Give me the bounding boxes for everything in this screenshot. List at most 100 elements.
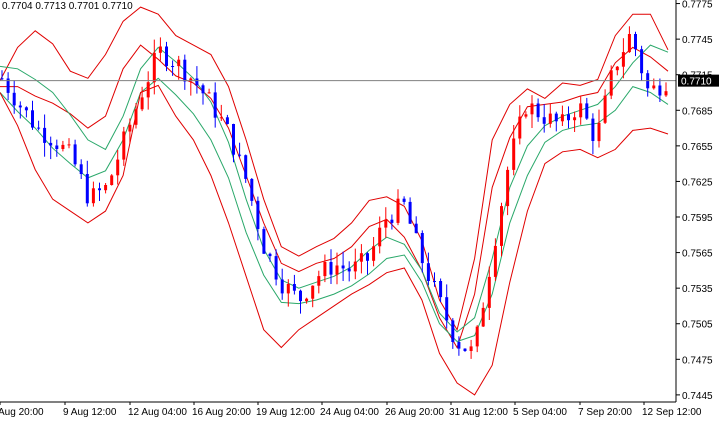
candle	[98, 182, 101, 201]
bollinger-upper-inner-line	[0, 44, 669, 349]
candle	[603, 89, 607, 124]
candle-body	[347, 268, 351, 272]
price-tick-label: 0.7565	[682, 249, 713, 260]
candle	[481, 302, 485, 327]
candle-body	[104, 185, 108, 191]
candle	[627, 26, 631, 53]
candle-body	[500, 206, 503, 246]
candle-body	[98, 188, 101, 191]
candle-body	[469, 346, 473, 351]
candle-body	[12, 92, 16, 106]
candle-body	[73, 144, 77, 165]
candle-body	[640, 49, 644, 74]
candle	[536, 98, 540, 122]
candle	[414, 216, 418, 234]
candle	[195, 66, 199, 94]
candle-body	[311, 285, 315, 299]
candle	[262, 226, 266, 254]
candle-body	[91, 188, 95, 204]
candle-body	[475, 326, 479, 347]
candle	[591, 113, 595, 155]
candle-body	[579, 103, 583, 118]
price-chart[interactable]: 0.77750.77450.77150.76850.76550.76250.75…	[0, 0, 719, 440]
candle	[408, 197, 412, 224]
candles	[0, 26, 668, 359]
ohlc-readout: 0.7704 0.7713 0.7701 0.7710	[2, 1, 133, 12]
time-tick-label: 9 Aug 12:00	[63, 407, 117, 418]
candle-body	[658, 85, 662, 96]
candle-body	[146, 82, 150, 98]
candle-body	[384, 219, 388, 228]
time-tick-label: 24 Aug 04:00	[320, 407, 379, 418]
candle-body	[493, 245, 497, 277]
candle	[73, 139, 77, 167]
candle-body	[256, 200, 260, 229]
candle	[311, 285, 315, 308]
candle	[640, 45, 644, 81]
candle	[347, 261, 351, 282]
candle-body	[512, 138, 516, 170]
candle-body	[55, 145, 59, 149]
price-tick-label: 0.7505	[682, 320, 713, 331]
candle	[18, 101, 22, 119]
candle-body	[195, 78, 199, 86]
price-tick-label: 0.7775	[682, 0, 713, 11]
candle	[359, 244, 363, 274]
bollinger-lower-line	[0, 84, 669, 396]
candle	[329, 249, 333, 284]
candle-body	[634, 34, 637, 50]
candle-body	[390, 219, 394, 223]
candle	[341, 251, 345, 281]
candle-body	[445, 297, 449, 321]
candle-body	[116, 159, 120, 176]
time-tick-label: 12 Sep 12:00	[642, 407, 702, 418]
chart-window[interactable]: 0.77750.77450.77150.76850.76550.76250.75…	[0, 0, 719, 440]
candle	[24, 106, 28, 118]
candle-body	[140, 97, 144, 110]
candle-body	[378, 227, 382, 247]
candle-body	[585, 103, 589, 119]
candle	[238, 142, 242, 158]
candle-body	[627, 34, 631, 53]
time-tick-label: 31 Aug 12:00	[449, 407, 508, 418]
candle	[372, 237, 376, 267]
candle	[585, 97, 589, 120]
candle	[506, 166, 510, 216]
candle	[530, 95, 534, 128]
price-axis: 0.77750.77450.77150.76850.76550.76250.75…	[675, 0, 713, 402]
candle-body	[366, 253, 369, 261]
price-tick-label: 0.7655	[682, 142, 713, 153]
candle-body	[426, 263, 430, 281]
candle	[609, 65, 613, 100]
candle-body	[542, 117, 546, 124]
candle-body	[152, 52, 156, 83]
candle	[104, 183, 108, 194]
candle-body	[158, 46, 162, 53]
candle	[305, 297, 309, 304]
candle-body	[61, 144, 65, 149]
candle	[317, 270, 321, 294]
candle-body	[457, 342, 461, 349]
candle-body	[292, 284, 296, 291]
candle-body	[536, 103, 540, 118]
candle-body	[573, 117, 577, 121]
candle	[554, 111, 558, 132]
candle-body	[274, 256, 278, 280]
candle-body	[530, 103, 534, 115]
price-tick-label: 0.7595	[682, 213, 713, 224]
candle-body	[396, 198, 400, 223]
candle-body	[621, 52, 625, 67]
time-tick-label: 26 Aug 20:00	[385, 407, 444, 418]
candle-body	[305, 298, 309, 302]
candle	[122, 126, 126, 166]
candle	[402, 196, 406, 205]
candle-body	[603, 95, 607, 123]
candle-body	[652, 85, 656, 89]
candle	[250, 178, 254, 206]
candle-body	[219, 117, 223, 119]
candle-body	[548, 113, 552, 124]
candle	[37, 120, 41, 131]
price-tick-label: 0.7745	[682, 35, 713, 46]
candle-body	[134, 109, 138, 125]
candle	[225, 114, 229, 125]
